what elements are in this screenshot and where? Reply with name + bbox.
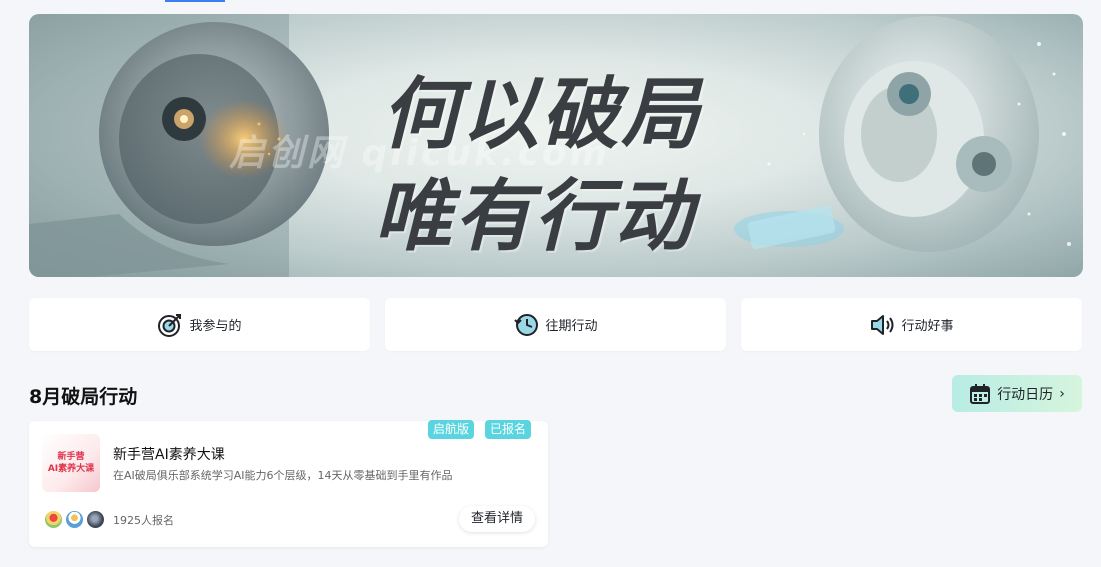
history-clock-icon xyxy=(513,312,539,338)
course-description: 在AI破局俱乐部系统学习AI能力6个层级，14天从零基础到手里有作品 xyxy=(113,469,453,482)
edition-badge: 启航版 xyxy=(428,420,475,439)
calendar-icon xyxy=(969,383,991,405)
nav-card-past-actions[interactable]: 往期行动 xyxy=(385,298,726,351)
view-details-button[interactable]: 查看详情 xyxy=(458,506,535,532)
action-calendar-button[interactable]: 行动日历 › xyxy=(952,375,1082,412)
chevron-right-icon: › xyxy=(1059,385,1065,402)
avatar xyxy=(86,510,105,529)
calendar-button-label: 行动日历 xyxy=(997,386,1054,403)
active-tab-indicator xyxy=(165,0,225,2)
nav-card-label: 我参与的 xyxy=(189,319,242,334)
signup-count: 1925人报名 xyxy=(113,514,174,527)
nav-card-good-news[interactable]: 行动好事 xyxy=(741,298,1082,351)
course-title: 新手营AI素养大课 xyxy=(113,447,225,463)
nav-card-label: 往期行动 xyxy=(545,319,598,334)
enrolled-badge: 已报名 xyxy=(485,420,532,439)
participant-avatars xyxy=(44,510,105,529)
course-card[interactable]: 启航版 已报名 新手营 AI素养大课 新手营AI素养大课 在AI破局俱乐部系统学… xyxy=(29,420,548,547)
speaker-icon xyxy=(869,312,895,338)
avatar xyxy=(65,510,84,529)
section-title: 8月破局行动 xyxy=(29,386,138,408)
banner-headline-line2: 唯有行动 xyxy=(374,172,695,262)
course-thumbnail: 新手营 AI素养大课 xyxy=(42,434,100,492)
thumb-text-line2: AI素养大课 xyxy=(47,464,95,474)
target-icon xyxy=(157,312,183,338)
avatar xyxy=(44,510,63,529)
hero-banner[interactable]: 启创网 qiicuk.com 何以破局 唯有行动 xyxy=(29,14,1083,277)
nav-card-label: 行动好事 xyxy=(901,319,954,334)
banner-headline-line1: 何以破局 xyxy=(381,70,702,160)
nav-card-participated[interactable]: 我参与的 xyxy=(29,298,370,351)
thumb-text-line1: 新手营 xyxy=(57,452,85,462)
